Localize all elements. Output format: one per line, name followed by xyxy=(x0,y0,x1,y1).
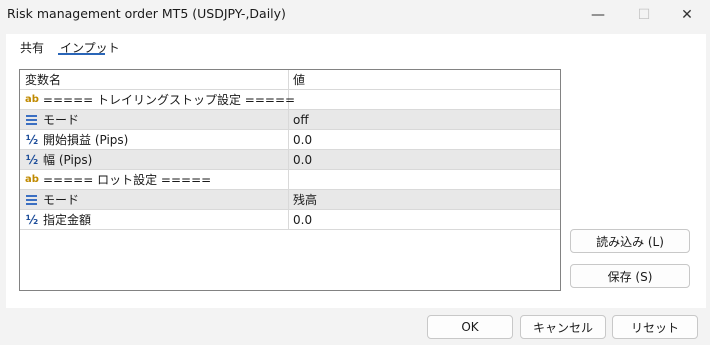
dialog-content: 共有 インプット 変数名 値 ab ===== トレイリングストップ設定 ===… xyxy=(6,34,706,308)
save-button[interactable]: 保存 (S) xyxy=(570,264,690,288)
column-header-name[interactable]: 変数名 xyxy=(20,70,289,89)
row-name-cell: ab ===== ロット設定 ===== xyxy=(20,170,289,189)
cancel-button[interactable]: キャンセル xyxy=(520,315,606,339)
row-name-cell: ½ 幅 (Pips) xyxy=(20,150,289,169)
maximize-icon: ☐ xyxy=(637,7,651,23)
row-name: ===== トレイリングストップ設定 ===== xyxy=(42,93,296,107)
title-bar: Risk management order MT5 (USDJPY-,Daily… xyxy=(0,0,710,30)
row-value[interactable]: 0.0 xyxy=(289,130,560,149)
grid-row-start-profit[interactable]: ½ 開始損益 (Pips) 0.0 xyxy=(20,130,560,150)
close-icon: ✕ xyxy=(681,7,693,23)
column-header-value[interactable]: 値 xyxy=(289,70,560,89)
half-icon: ½ xyxy=(25,132,39,147)
row-name-cell: ½ 開始損益 (Pips) xyxy=(20,130,289,149)
row-value[interactable]: off xyxy=(289,110,560,129)
row-name: 指定金額 xyxy=(43,213,92,227)
ab-icon: ab xyxy=(25,93,39,105)
row-name: ===== ロット設定 ===== xyxy=(43,173,212,187)
row-name: モード xyxy=(43,193,80,207)
row-value[interactable]: 残高 xyxy=(289,190,560,209)
row-name: 幅 (Pips) xyxy=(43,153,93,167)
maximize-button[interactable]: ☐ xyxy=(621,0,667,30)
ab-icon: ab xyxy=(25,173,39,185)
grid-row-lot-section[interactable]: ab ===== ロット設定 ===== xyxy=(20,170,560,190)
inputs-grid[interactable]: 変数名 値 ab ===== トレイリングストップ設定 ===== モード of… xyxy=(19,69,561,291)
row-name-cell: ½ 指定金額 xyxy=(20,210,289,229)
grid-row-width[interactable]: ½ 幅 (Pips) 0.0 xyxy=(20,150,560,170)
row-name: モード xyxy=(43,113,80,127)
tab-shared[interactable]: 共有 xyxy=(20,39,44,56)
row-value[interactable] xyxy=(289,170,560,189)
minimize-button[interactable]: — xyxy=(575,0,621,30)
enum-icon xyxy=(25,114,39,126)
row-name-cell: モード xyxy=(20,110,289,129)
enum-icon xyxy=(25,194,39,206)
half-icon: ½ xyxy=(25,152,39,167)
row-value[interactable]: 0.0 xyxy=(289,150,560,169)
load-button[interactable]: 読み込み (L) xyxy=(570,229,690,253)
grid-row-trailing-mode[interactable]: モード off xyxy=(20,110,560,130)
grid-row-trailing-section[interactable]: ab ===== トレイリングストップ設定 ===== xyxy=(20,90,560,110)
grid-header-row: 変数名 値 xyxy=(20,70,560,90)
row-name: 開始損益 (Pips) xyxy=(43,133,129,147)
row-name-cell: モード xyxy=(20,190,289,209)
window-title: Risk management order MT5 (USDJPY-,Daily… xyxy=(7,6,286,21)
half-icon: ½ xyxy=(25,212,39,227)
active-tab-indicator xyxy=(58,53,105,55)
minimize-icon: — xyxy=(591,7,605,23)
grid-row-lot-mode[interactable]: モード 残高 xyxy=(20,190,560,210)
row-name-cell: ab ===== トレイリングストップ設定 ===== xyxy=(20,90,295,109)
close-button[interactable]: ✕ xyxy=(664,0,710,30)
row-value[interactable] xyxy=(289,90,560,109)
row-value[interactable]: 0.0 xyxy=(289,210,560,229)
grid-row-amount[interactable]: ½ 指定金額 0.0 xyxy=(20,210,560,230)
ok-button[interactable]: OK xyxy=(427,315,513,339)
reset-button[interactable]: リセット xyxy=(612,315,698,339)
